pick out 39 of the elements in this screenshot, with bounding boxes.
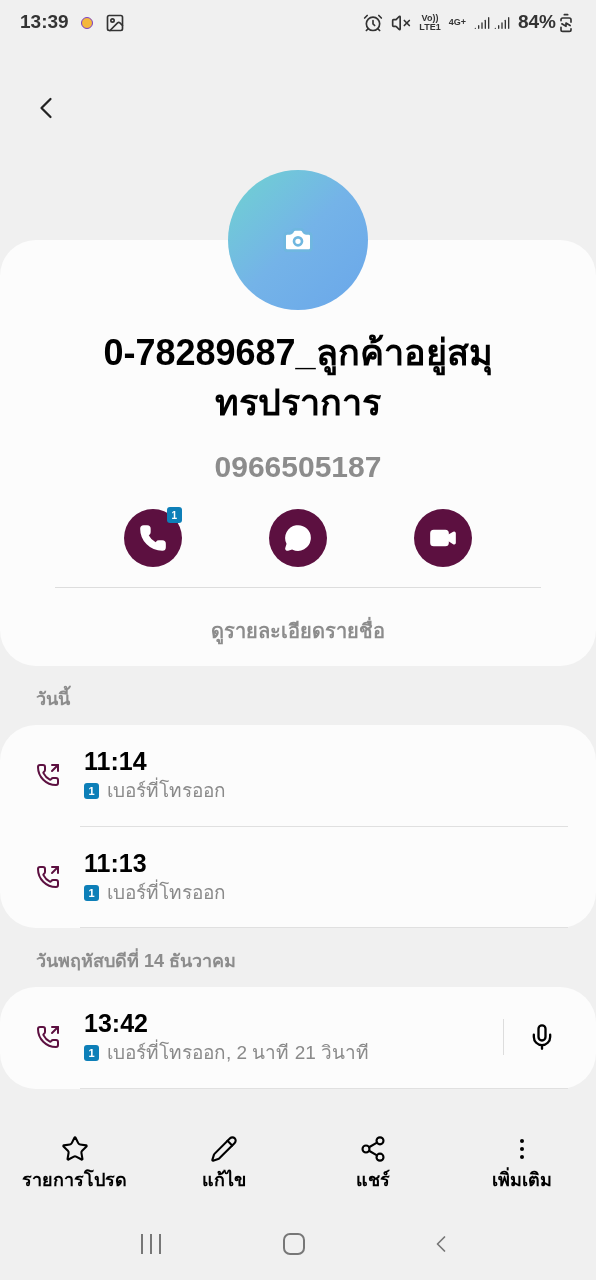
call-detail: เบอร์ที่โทรออก, 2 นาที 21 วินาที: [107, 1039, 370, 1068]
alarm-icon: [363, 12, 384, 33]
call-button[interactable]: 1: [123, 509, 182, 567]
sim-badge: 1: [84, 884, 99, 901]
call-detail: เบอร์ที่โทรออก: [107, 878, 226, 905]
battery-level: 84%: [517, 10, 556, 35]
message-button[interactable]: [269, 509, 327, 567]
signal-icon: [493, 14, 510, 31]
call-time: 11:13: [84, 847, 148, 879]
call-time: 11:14: [84, 746, 148, 777]
more-action[interactable]: เพิ่มเติม: [447, 1135, 596, 1194]
recent-apps-icon[interactable]: [141, 1233, 161, 1254]
status-time: 13:39: [20, 10, 69, 35]
image-icon: [104, 12, 125, 33]
star-icon: [60, 1135, 89, 1163]
phone-icon: [138, 524, 167, 552]
contact-name: 0-78289687_ลูกค้าอยู่สมุทรปราการ: [102, 331, 494, 425]
network-label: 4G+: [448, 15, 466, 29]
call-time: 13:42: [84, 1008, 149, 1039]
video-button[interactable]: [414, 509, 473, 567]
sim-badge: 1: [84, 1045, 99, 1062]
signal-icon: [473, 14, 490, 31]
favorite-action[interactable]: รายการโปรด: [0, 1135, 149, 1194]
mute-icon: [391, 12, 412, 33]
pencil-icon: [209, 1135, 238, 1163]
outgoing-call-icon: [36, 864, 60, 889]
chat-bubble-icon: [284, 524, 312, 552]
home-icon[interactable]: [283, 1232, 305, 1255]
call-detail: เบอร์ที่โทรออก: [107, 777, 226, 806]
more-icon: [519, 1139, 524, 1159]
sim-badge: 1: [84, 783, 99, 800]
lte-label: LTE1: [419, 22, 441, 32]
phone-number: 0966505187: [214, 449, 382, 485]
share-action[interactable]: แชร์: [298, 1135, 447, 1194]
volte-label: Vo)): [421, 13, 439, 23]
outgoing-call-icon: [36, 763, 60, 788]
sim-badge: 1: [166, 507, 182, 523]
outgoing-call-icon: [36, 1025, 60, 1050]
edit-action[interactable]: แก้ไข: [149, 1135, 298, 1194]
